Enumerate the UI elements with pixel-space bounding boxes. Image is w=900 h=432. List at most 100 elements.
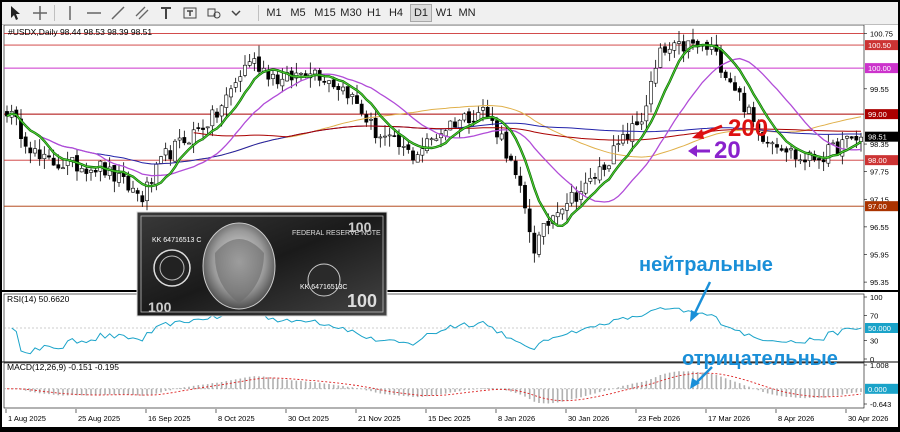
candle-body — [546, 220, 551, 226]
macd-annotation: отрицательные — [682, 348, 838, 370]
candle-body — [89, 169, 93, 173]
candle-body — [770, 142, 775, 145]
candle-body — [252, 58, 257, 64]
hline-icon[interactable] — [86, 5, 102, 21]
timeframe-d1[interactable]: D1 — [410, 4, 432, 22]
chart-svg[interactable]: 100.75100.50100.0099.5599.0098.5198.3598… — [2, 24, 898, 427]
level-price-label: 97.00 — [868, 202, 887, 211]
candle-body — [196, 127, 201, 129]
toolbar: M1 M5 M15 M30 H1 H4 D1 W1 MN — [2, 2, 898, 25]
candle-body — [453, 121, 457, 128]
candle-body — [728, 78, 733, 83]
date-tick-label: 8 Jan 2026 — [498, 414, 535, 423]
timeframe-w1[interactable]: W1 — [434, 5, 454, 21]
candle-body — [854, 136, 859, 141]
timeframe-h4[interactable]: H4 — [386, 5, 406, 21]
candle-body — [784, 148, 789, 153]
candle-body — [513, 160, 518, 176]
candle-body — [392, 135, 397, 137]
candle-body — [569, 191, 574, 204]
timeframe-h1[interactable]: H1 — [364, 5, 384, 21]
text-icon[interactable] — [158, 5, 174, 21]
candle-body — [560, 208, 565, 215]
terminal-window: M1 M5 M15 M30 H1 H4 D1 W1 MN 100.75 100.… — [0, 0, 900, 429]
candle-body — [84, 168, 89, 174]
level-price-label: 99.00 — [868, 110, 887, 119]
cursor-icon[interactable] — [8, 5, 24, 21]
candle-body — [345, 86, 350, 99]
candle-body — [219, 105, 224, 117]
price-tick-label: 97.75 — [870, 168, 889, 177]
shapes-icon[interactable] — [206, 5, 222, 21]
timeframe-m15[interactable]: M15 — [312, 5, 338, 21]
candle-body — [742, 92, 747, 113]
trendline-icon[interactable] — [110, 5, 126, 21]
candle-body — [457, 119, 462, 128]
chart-area[interactable]: 100.75 100.50 100.00 99.55 99.00 98.51 98.35 98… — [2, 24, 898, 427]
candle-body — [793, 149, 798, 160]
candle-body — [387, 134, 392, 137]
candle-body — [126, 175, 131, 191]
candle-body — [663, 46, 667, 53]
date-tick-label: 16 Sep 2025 — [148, 414, 191, 423]
candle-body — [677, 41, 681, 44]
candle-body — [723, 71, 728, 78]
candle-body — [574, 192, 579, 202]
candle-body — [238, 76, 243, 82]
candle-body — [775, 144, 779, 148]
label-icon[interactable] — [182, 5, 198, 21]
crosshair-icon[interactable] — [32, 5, 48, 21]
candle-body — [588, 177, 593, 182]
channel-icon[interactable] — [134, 5, 150, 21]
rsi-panel-header: RSI(14) 50.6620 — [7, 294, 70, 304]
candle-body — [182, 137, 187, 144]
chevron-down-icon[interactable] — [228, 5, 244, 21]
candle-body — [518, 175, 523, 186]
date-tick-label: 21 Nov 2025 — [358, 414, 401, 423]
date-tick-label: 17 Mar 2026 — [708, 414, 750, 423]
candle-body — [789, 148, 793, 151]
candle-body — [359, 103, 364, 114]
candle-body — [429, 138, 434, 141]
macd-panel-header: MACD(12,26,9) -0.151 -0.195 — [7, 362, 119, 372]
timeframe-mn[interactable]: MN — [456, 5, 478, 21]
candle-body — [117, 173, 121, 183]
candle-body — [177, 137, 182, 141]
candle-body — [411, 150, 415, 161]
candle-body — [79, 168, 84, 173]
candle-body — [135, 190, 140, 194]
candle-body — [859, 136, 863, 142]
rsi-annotation: нейтральные — [639, 254, 773, 276]
candle-body — [215, 111, 219, 118]
candle-body — [681, 41, 686, 52]
candle-body — [369, 118, 373, 121]
date-tick-label: 25 Aug 2025 — [78, 414, 120, 423]
candle-body — [597, 166, 602, 181]
candle-body — [271, 73, 275, 79]
candle-body — [485, 106, 490, 118]
candle-body — [509, 155, 513, 161]
banknote-denomination-bl: 100 — [148, 299, 172, 315]
candle-body — [649, 81, 653, 105]
candle-body — [611, 145, 616, 165]
date-tick-label: 23 Feb 2026 — [638, 414, 680, 423]
candle-body — [61, 167, 65, 170]
candle-body — [499, 133, 504, 140]
candle-body — [322, 80, 327, 83]
candle-body — [168, 150, 173, 160]
candle-body — [336, 86, 341, 90]
candle-body — [607, 165, 611, 170]
candle-body — [47, 155, 51, 158]
date-tick-label: 1 Aug 2025 — [8, 414, 46, 423]
candle-body — [327, 80, 331, 84]
rsi-level-label: 50.000 — [868, 324, 891, 333]
candle-body — [191, 129, 196, 145]
candle-body — [495, 120, 499, 138]
timeframe-m1[interactable]: M1 — [264, 5, 284, 21]
price-tick-label: 98.35 — [870, 140, 889, 149]
candle-body — [406, 144, 411, 150]
vline-icon[interactable] — [62, 5, 78, 21]
timeframe-m5[interactable]: M5 — [288, 5, 308, 21]
candle-body — [131, 187, 135, 193]
timeframe-m30[interactable]: M30 — [338, 5, 364, 21]
